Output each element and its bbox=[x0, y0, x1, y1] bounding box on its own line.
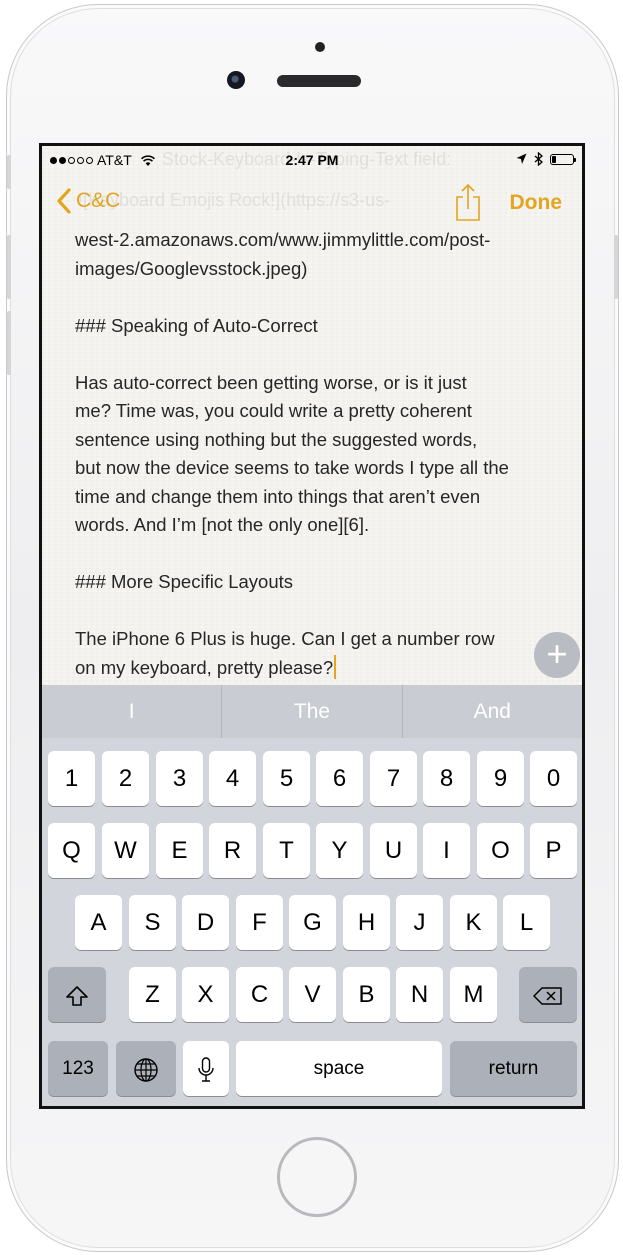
key-c[interactable]: C bbox=[236, 967, 283, 1022]
bluetooth-icon bbox=[534, 152, 543, 166]
key-5[interactable]: 5 bbox=[263, 751, 310, 806]
screen: Stock-Keyboard-Is-Typing-Text field: ![K… bbox=[39, 143, 585, 1109]
key-z[interactable]: Z bbox=[129, 967, 176, 1022]
predictive-text-bar: I The And bbox=[42, 685, 582, 738]
key-o[interactable]: O bbox=[477, 823, 524, 878]
key-p[interactable]: P bbox=[530, 823, 577, 878]
key-2[interactable]: 2 bbox=[102, 751, 149, 806]
note-line: The iPhone 6 Plus is huge. Can I get a n… bbox=[75, 628, 495, 649]
done-button[interactable]: Done bbox=[510, 191, 563, 215]
note-line: images/Googlevsstock.jpeg) bbox=[75, 257, 308, 279]
key-j[interactable]: J bbox=[396, 895, 443, 950]
note-line: but now the device seems to take words I… bbox=[75, 457, 509, 478]
return-key[interactable]: return bbox=[450, 1041, 577, 1096]
earpiece-speaker bbox=[277, 75, 361, 87]
key-e[interactable]: E bbox=[156, 823, 203, 878]
navigation-bar: C&C Done bbox=[42, 174, 582, 232]
note-line: time and change them into things that ar… bbox=[75, 485, 481, 507]
key-u[interactable]: U bbox=[370, 823, 417, 878]
key-6[interactable]: 6 bbox=[316, 751, 363, 806]
front-camera bbox=[227, 71, 245, 89]
keyboard: I The And 1 2 3 4 5 6 7 8 9 0 Q W E R T … bbox=[42, 685, 582, 1106]
shift-icon bbox=[66, 985, 88, 1006]
share-icon[interactable] bbox=[454, 182, 482, 222]
key-b[interactable]: B bbox=[343, 967, 390, 1022]
key-y[interactable]: Y bbox=[316, 823, 363, 878]
home-button[interactable] bbox=[277, 1137, 357, 1217]
plus-icon: + bbox=[546, 633, 568, 674]
suggestion[interactable]: The bbox=[222, 685, 403, 738]
note-line: Has auto-correct been getting worse, or … bbox=[75, 371, 467, 393]
key-r[interactable]: R bbox=[209, 823, 256, 878]
note-heading: ### More Specific Layouts bbox=[75, 571, 294, 592]
key-7[interactable]: 7 bbox=[370, 751, 417, 806]
key-n[interactable]: N bbox=[396, 967, 443, 1022]
key-3[interactable]: 3 bbox=[156, 751, 203, 806]
delete-icon bbox=[533, 986, 562, 1005]
mute-switch bbox=[7, 155, 11, 189]
space-key[interactable]: space bbox=[236, 1041, 442, 1096]
volume-down-button bbox=[7, 311, 11, 375]
globe-icon bbox=[134, 1057, 158, 1082]
suggestion[interactable]: And bbox=[403, 685, 582, 738]
key-x[interactable]: X bbox=[182, 967, 229, 1022]
chevron-left-icon bbox=[57, 188, 71, 214]
power-button bbox=[614, 235, 618, 299]
key-g[interactable]: G bbox=[289, 895, 336, 950]
text-cursor bbox=[334, 654, 337, 679]
key-4[interactable]: 4 bbox=[209, 751, 256, 806]
suggestion[interactable]: I bbox=[42, 685, 223, 738]
key-1[interactable]: 1 bbox=[48, 751, 95, 806]
clock: 2:47 PM bbox=[285, 152, 339, 168]
note-line: sentence using nothing but the suggested… bbox=[75, 428, 478, 450]
key-s[interactable]: S bbox=[129, 895, 176, 950]
status-bar: AT&T 2:47 PM bbox=[42, 146, 582, 174]
numbers-key[interactable]: 123 bbox=[48, 1041, 108, 1096]
key-i[interactable]: I bbox=[423, 823, 470, 878]
note-line: me? Time was, you could write a pretty c… bbox=[75, 400, 472, 421]
globe-key[interactable] bbox=[116, 1041, 176, 1096]
key-9[interactable]: 9 bbox=[477, 751, 524, 806]
back-button[interactable]: C&C bbox=[56, 188, 120, 214]
key-8[interactable]: 8 bbox=[423, 751, 470, 806]
key-w[interactable]: W bbox=[102, 823, 149, 878]
delete-key[interactable] bbox=[519, 967, 577, 1022]
add-attachment-button[interactable]: + bbox=[534, 632, 580, 678]
dictation-key[interactable] bbox=[183, 1041, 229, 1096]
microphone-icon bbox=[198, 1056, 214, 1082]
note-heading: ### Speaking of Auto-Correct bbox=[75, 314, 318, 336]
note-line: words. And I’m [not the only one][6]. bbox=[75, 514, 370, 535]
key-0[interactable]: 0 bbox=[530, 751, 577, 806]
location-arrow-icon bbox=[516, 153, 527, 164]
note-line: on my keyboard, pretty please? bbox=[75, 656, 334, 678]
note-line: west-2.amazonaws.com/www.jimmylittle.com… bbox=[75, 229, 491, 250]
key-f[interactable]: F bbox=[236, 895, 283, 950]
key-l[interactable]: L bbox=[503, 895, 550, 950]
key-a[interactable]: A bbox=[75, 895, 122, 950]
key-h[interactable]: H bbox=[343, 895, 390, 950]
key-v[interactable]: V bbox=[289, 967, 336, 1022]
volume-up-button bbox=[7, 235, 11, 299]
notes-app: Stock-Keyboard-Is-Typing-Text field: ![K… bbox=[42, 146, 582, 1106]
note-text-area[interactable]: west-2.amazonaws.com/www.jimmylittle.com… bbox=[75, 226, 555, 682]
key-d[interactable]: D bbox=[182, 895, 229, 950]
key-m[interactable]: M bbox=[450, 967, 497, 1022]
battery-icon bbox=[550, 153, 576, 165]
back-button-label: C&C bbox=[76, 189, 121, 212]
key-k[interactable]: K bbox=[450, 895, 497, 950]
key-t[interactable]: T bbox=[263, 823, 310, 878]
proximity-sensor bbox=[315, 42, 325, 52]
shift-key[interactable] bbox=[48, 967, 106, 1022]
key-q[interactable]: Q bbox=[48, 823, 95, 878]
